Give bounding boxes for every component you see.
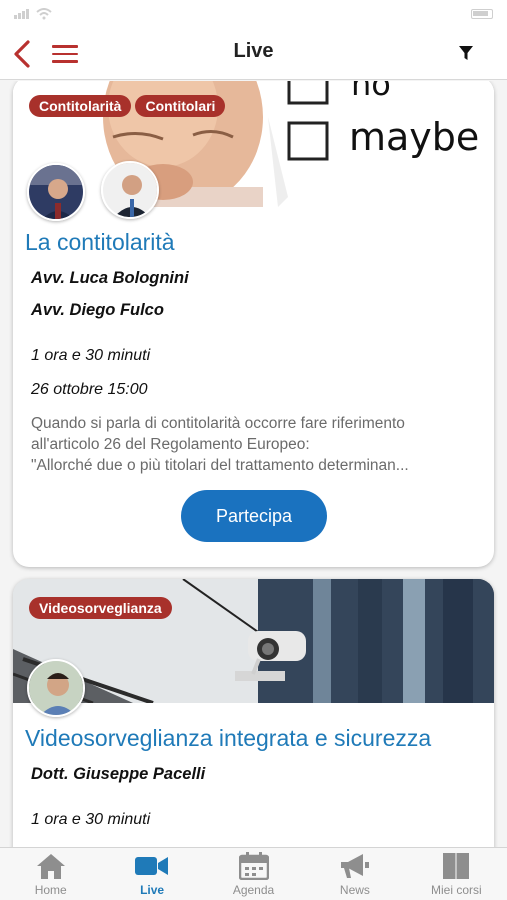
hero-no-text: no	[351, 81, 391, 103]
tab-live[interactable]: Live	[101, 848, 202, 900]
speaker-name: Dott. Giuseppe Pacelli	[31, 765, 206, 783]
course-title[interactable]: La contitolarità	[13, 229, 187, 256]
avatar	[27, 659, 85, 717]
description-line: "Allorché due o più titolari del trattam…	[31, 457, 409, 474]
course-date: 26 ottobre 15:00	[31, 381, 148, 398]
speaker-name: Avv. Luca Bolognini	[31, 269, 189, 287]
tab-news[interactable]: News	[304, 848, 405, 900]
hero-maybe-text: maybe	[349, 115, 480, 159]
tab-home[interactable]: Home	[0, 848, 101, 900]
signal-icon	[14, 9, 29, 19]
tab-label: Home	[34, 883, 67, 897]
filter-icon	[459, 45, 473, 60]
tag-badge[interactable]: Videosorveglianza	[29, 597, 172, 619]
tag-list: Videosorveglianza	[29, 597, 172, 619]
tab-label: Miei corsi	[430, 883, 482, 897]
wifi-icon	[36, 8, 52, 20]
tag-badge[interactable]: Contitolarità	[29, 95, 132, 117]
calendar-icon	[238, 851, 269, 881]
course-title[interactable]: Videosorveglianza integrata e sicurezza	[13, 725, 443, 752]
description-line: Quando si parla di contitolarità occorre…	[31, 415, 405, 432]
tag-list: Contitolarità Contitolari	[29, 95, 226, 117]
tab-label: News	[339, 883, 370, 897]
course-list[interactable]: no maybe Contitolarità Contitolari La co…	[0, 81, 507, 847]
avatar-image	[103, 163, 157, 217]
tab-agenda[interactable]: Agenda	[203, 848, 304, 900]
video-camera-icon	[135, 851, 169, 881]
megaphone-icon	[339, 851, 371, 881]
course-title-text[interactable]: Videosorveglianza integrata e sicurezza	[25, 725, 431, 752]
join-button[interactable]: Partecipa	[181, 490, 327, 542]
home-icon	[35, 851, 67, 881]
book-icon	[441, 851, 471, 881]
avatar-image	[29, 165, 83, 219]
app-header: Live	[0, 28, 507, 80]
description-line: all'articolo 26 del Regolamento Europeo:	[31, 436, 310, 453]
course-duration: 1 ora e 30 minuti	[31, 347, 151, 364]
filter-button[interactable]	[455, 42, 477, 64]
tab-my-courses[interactable]: Miei corsi	[406, 848, 507, 900]
course-card[interactable]: Videosorveglianza Videosorveglianza inte…	[13, 579, 494, 847]
course-image: Videosorveglianza	[13, 579, 494, 703]
status-right	[471, 9, 493, 19]
avatar	[101, 161, 159, 219]
tag-badge[interactable]: Contitolari	[135, 95, 226, 117]
tab-label: Agenda	[232, 883, 275, 897]
battery-icon	[471, 9, 493, 19]
avatar-image	[29, 661, 83, 715]
tab-bar: Home Live Agenda News Miei corsi	[0, 847, 507, 900]
page-title: Live	[233, 40, 274, 62]
course-description: Quando si parla di contitolarità occorre…	[31, 413, 494, 476]
speaker-name: Avv. Diego Fulco	[31, 301, 164, 319]
avatar	[27, 163, 85, 221]
speaker-avatars	[27, 161, 159, 567]
status-bar	[0, 0, 507, 28]
course-duration: 1 ora e 30 minuti	[31, 811, 151, 828]
course-title-text[interactable]: La contitolarità	[25, 229, 175, 256]
tab-label: Live	[140, 883, 165, 897]
course-card[interactable]: no maybe Contitolarità Contitolari La co…	[13, 81, 494, 567]
status-left	[14, 8, 52, 20]
